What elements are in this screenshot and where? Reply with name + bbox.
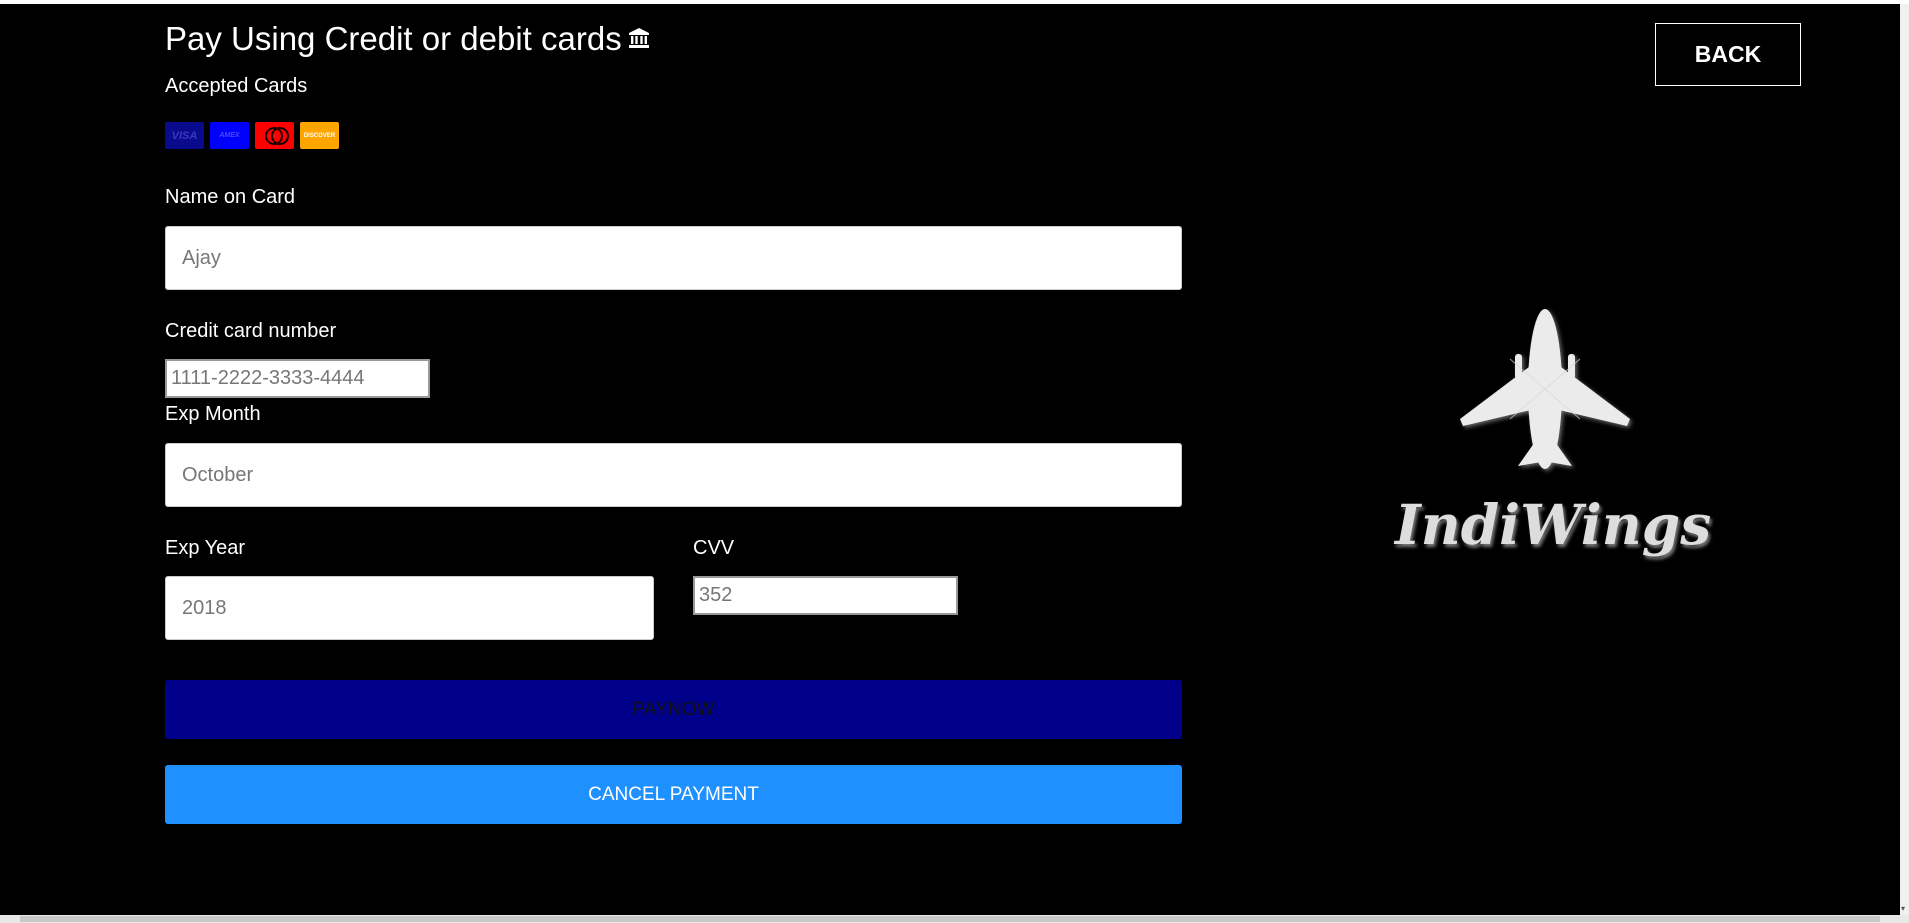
payment-page: Pay Using Credit or debit cards Accepted… xyxy=(0,4,1900,915)
page-title-text: Pay Using Credit or debit cards xyxy=(165,20,622,57)
discover-card-icon: DISCOVER xyxy=(300,122,339,149)
horizontal-scrollbar[interactable] xyxy=(0,915,1909,923)
scroll-down-icon[interactable]: ▾ xyxy=(1901,904,1905,913)
back-button[interactable]: BACK xyxy=(1655,23,1801,86)
mastercard-card-icon xyxy=(255,122,294,149)
cvv-label: CVV xyxy=(693,537,735,559)
name-on-card-input[interactable] xyxy=(165,226,1182,290)
exp-month-label: Exp Month xyxy=(165,403,261,425)
cancel-payment-button[interactable]: CANCEL PAYMENT xyxy=(165,765,1182,824)
exp-year-label: Exp Year xyxy=(165,537,246,559)
cvv-input[interactable] xyxy=(693,576,958,615)
visa-card-icon: VISA xyxy=(165,122,204,149)
card-number-label: Credit card number xyxy=(165,320,337,342)
horizontal-scrollbar-thumb[interactable] xyxy=(20,916,1880,922)
accepted-cards-label: Accepted Cards xyxy=(165,75,308,97)
exp-month-input[interactable] xyxy=(165,443,1182,507)
vertical-scrollbar[interactable]: ▾ xyxy=(1900,4,1909,915)
exp-year-input[interactable] xyxy=(165,576,654,640)
accepted-cards-list: VISA AMEX DISCOVER xyxy=(165,122,339,149)
card-number-input[interactable] xyxy=(165,359,430,398)
name-on-card-label: Name on Card xyxy=(165,186,296,208)
page-title: Pay Using Credit or debit cards xyxy=(165,20,650,60)
bank-icon xyxy=(628,19,650,57)
brand-name: IndiWings xyxy=(1395,492,1712,557)
amex-card-icon: AMEX xyxy=(210,122,249,149)
pay-now-button[interactable]: PAYNOW xyxy=(165,680,1182,739)
